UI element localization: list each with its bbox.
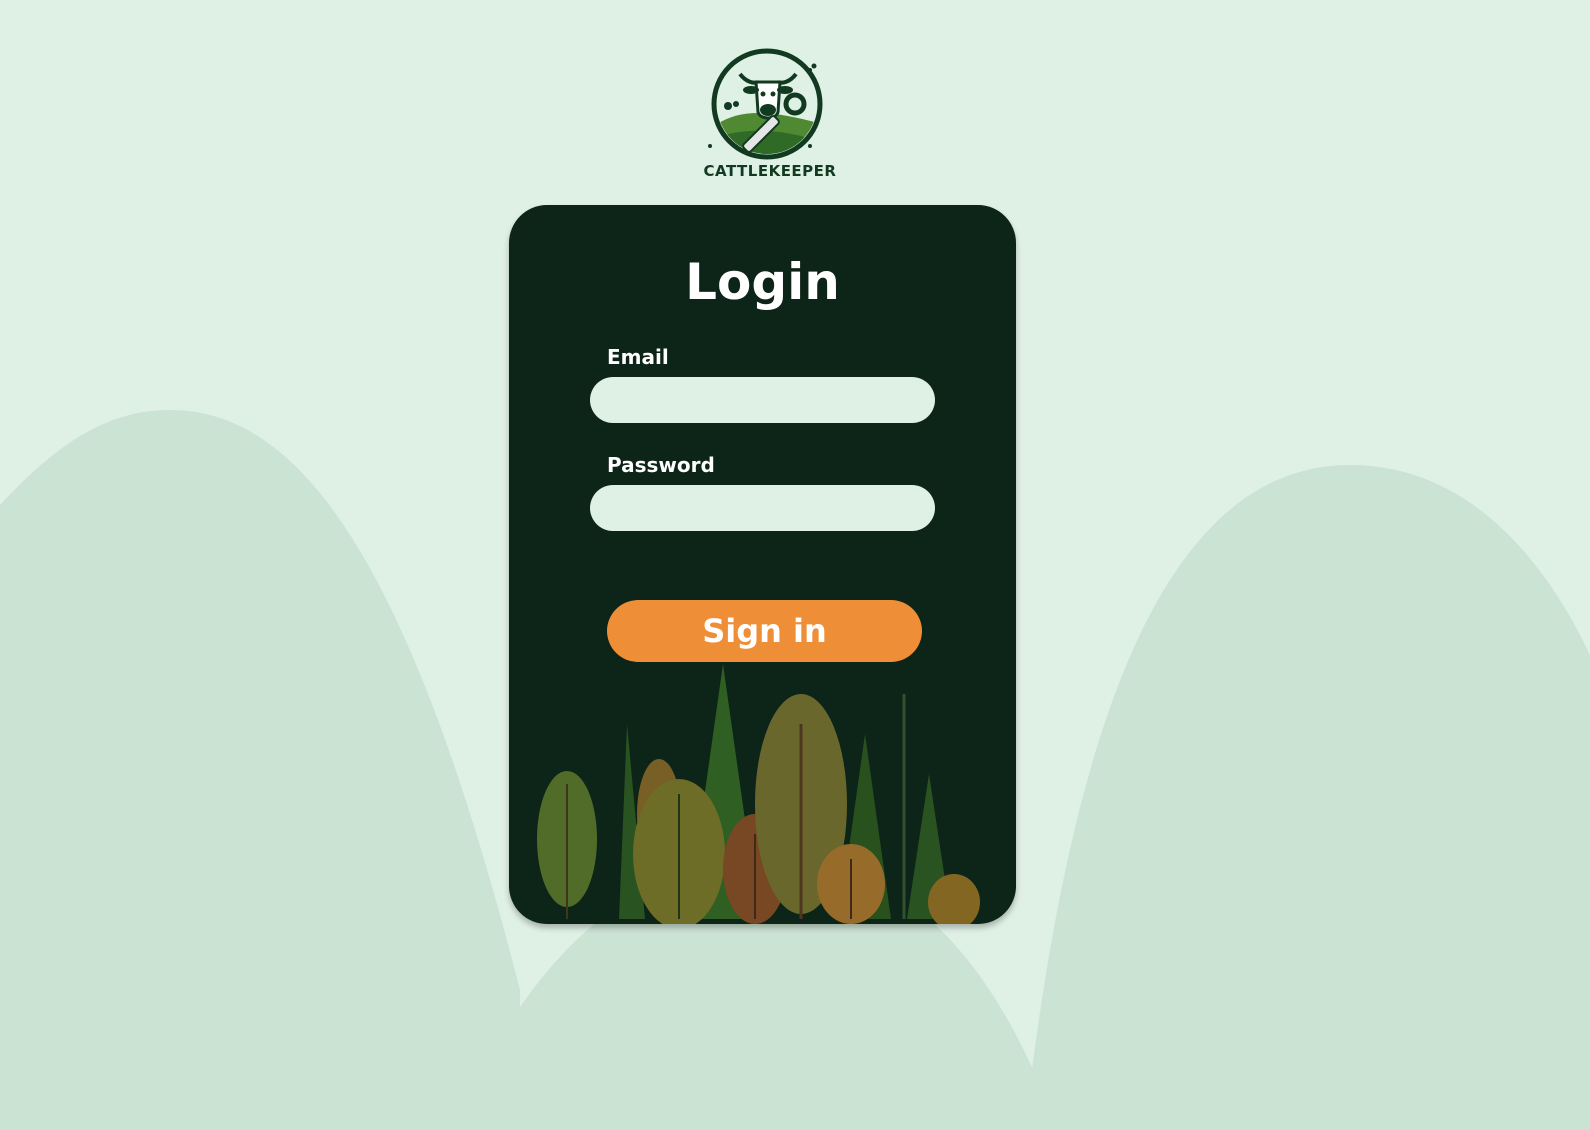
- cow-wrench-logo-icon: [708, 48, 823, 160]
- forest-illustration: [537, 664, 980, 924]
- hill-right: [1030, 464, 1590, 1130]
- password-label: Password: [607, 453, 715, 477]
- sign-in-button[interactable]: Sign in: [607, 600, 922, 662]
- password-field[interactable]: [590, 485, 935, 531]
- email-field[interactable]: [590, 377, 935, 423]
- login-card: Login Email Password Sign in: [509, 205, 1016, 924]
- email-label: Email: [607, 345, 669, 369]
- page-title: Login: [685, 253, 840, 311]
- login-page: CATTLEKEEPER Login Email Password Sign i…: [0, 0, 1590, 1130]
- brand-logo: CATTLEKEEPER: [700, 46, 840, 186]
- hill-left: [0, 410, 520, 1130]
- brand-name: CATTLEKEEPER: [703, 162, 837, 180]
